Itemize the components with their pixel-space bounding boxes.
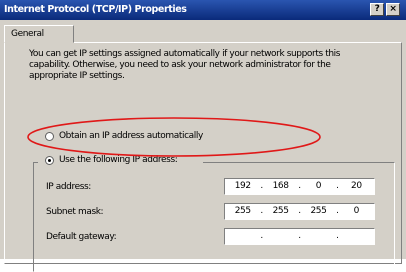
tab-general[interactable]: General <box>4 25 74 43</box>
